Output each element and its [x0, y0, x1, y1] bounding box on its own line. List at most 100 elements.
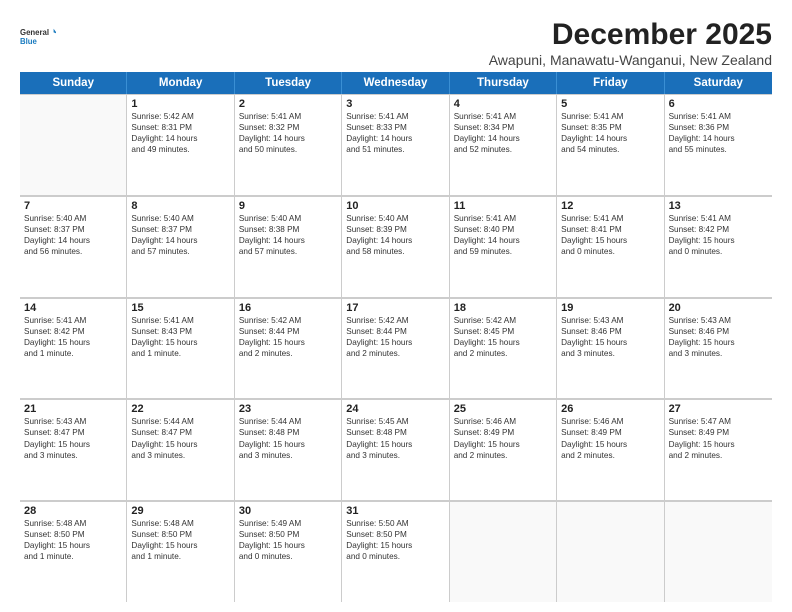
- day-number-8: 8: [131, 200, 229, 212]
- day-4-line-3: and 52 minutes.: [454, 144, 552, 155]
- day-29-line-0: Sunrise: 5:48 AM: [131, 518, 229, 529]
- day-23-line-3: and 3 minutes.: [239, 450, 337, 461]
- day-cell-12: 12Sunrise: 5:41 AMSunset: 8:41 PMDayligh…: [557, 196, 664, 297]
- day-number-18: 18: [454, 302, 552, 314]
- day-25-line-3: and 2 minutes.: [454, 450, 552, 461]
- day-number-12: 12: [561, 200, 659, 212]
- main-title: December 2025: [489, 18, 772, 52]
- day-24-line-1: Sunset: 8:48 PM: [346, 427, 444, 438]
- day-13-line-2: Daylight: 15 hours: [669, 235, 768, 246]
- day-16-line-2: Daylight: 15 hours: [239, 337, 337, 348]
- day-10-line-3: and 58 minutes.: [346, 246, 444, 257]
- day-15-line-2: Daylight: 15 hours: [131, 337, 229, 348]
- day-cell-28: 28Sunrise: 5:48 AMSunset: 8:50 PMDayligh…: [20, 501, 127, 602]
- day-11-line-1: Sunset: 8:40 PM: [454, 224, 552, 235]
- day-19-line-3: and 3 minutes.: [561, 348, 659, 359]
- day-5-line-3: and 54 minutes.: [561, 144, 659, 155]
- day-6-line-1: Sunset: 8:36 PM: [669, 122, 768, 133]
- day-13-line-0: Sunrise: 5:41 AM: [669, 213, 768, 224]
- day-24-line-3: and 3 minutes.: [346, 450, 444, 461]
- day-cell-17: 17Sunrise: 5:42 AMSunset: 8:44 PMDayligh…: [342, 298, 449, 399]
- day-13-line-1: Sunset: 8:42 PM: [669, 224, 768, 235]
- header-day-tuesday: Tuesday: [235, 72, 342, 94]
- day-22-line-0: Sunrise: 5:44 AM: [131, 416, 229, 427]
- day-17-line-1: Sunset: 8:44 PM: [346, 326, 444, 337]
- calendar: SundayMondayTuesdayWednesdayThursdayFrid…: [20, 72, 772, 602]
- day-24-line-0: Sunrise: 5:45 AM: [346, 416, 444, 427]
- day-number-11: 11: [454, 200, 552, 212]
- day-cell-30: 30Sunrise: 5:49 AMSunset: 8:50 PMDayligh…: [235, 501, 342, 602]
- day-14-line-0: Sunrise: 5:41 AM: [24, 315, 122, 326]
- day-2-line-1: Sunset: 8:32 PM: [239, 122, 337, 133]
- day-number-7: 7: [24, 200, 122, 212]
- day-21-line-1: Sunset: 8:47 PM: [24, 427, 122, 438]
- day-15-line-0: Sunrise: 5:41 AM: [131, 315, 229, 326]
- logo: General Blue: [20, 18, 56, 54]
- day-9-line-3: and 57 minutes.: [239, 246, 337, 257]
- day-18-line-3: and 2 minutes.: [454, 348, 552, 359]
- day-cell-27: 27Sunrise: 5:47 AMSunset: 8:49 PMDayligh…: [665, 399, 772, 500]
- day-3-line-1: Sunset: 8:33 PM: [346, 122, 444, 133]
- header-day-sunday: Sunday: [20, 72, 127, 94]
- day-30-line-1: Sunset: 8:50 PM: [239, 529, 337, 540]
- day-cell-3: 3Sunrise: 5:41 AMSunset: 8:33 PMDaylight…: [342, 94, 449, 195]
- day-8-line-2: Daylight: 14 hours: [131, 235, 229, 246]
- day-8-line-3: and 57 minutes.: [131, 246, 229, 257]
- day-number-28: 28: [24, 505, 122, 517]
- day-20-line-2: Daylight: 15 hours: [669, 337, 768, 348]
- day-number-5: 5: [561, 98, 659, 110]
- day-number-27: 27: [669, 403, 768, 415]
- day-9-line-1: Sunset: 8:38 PM: [239, 224, 337, 235]
- day-14-line-1: Sunset: 8:42 PM: [24, 326, 122, 337]
- day-5-line-0: Sunrise: 5:41 AM: [561, 111, 659, 122]
- day-26-line-1: Sunset: 8:49 PM: [561, 427, 659, 438]
- day-cell-15: 15Sunrise: 5:41 AMSunset: 8:43 PMDayligh…: [127, 298, 234, 399]
- day-9-line-0: Sunrise: 5:40 AM: [239, 213, 337, 224]
- day-cell-8: 8Sunrise: 5:40 AMSunset: 8:37 PMDaylight…: [127, 196, 234, 297]
- day-10-line-2: Daylight: 14 hours: [346, 235, 444, 246]
- day-15-line-1: Sunset: 8:43 PM: [131, 326, 229, 337]
- week-row-4: 21Sunrise: 5:43 AMSunset: 8:47 PMDayligh…: [20, 399, 772, 501]
- day-30-line-3: and 0 minutes.: [239, 551, 337, 562]
- day-29-line-1: Sunset: 8:50 PM: [131, 529, 229, 540]
- day-number-19: 19: [561, 302, 659, 314]
- day-31-line-2: Daylight: 15 hours: [346, 540, 444, 551]
- empty-cell-4-6: [665, 501, 772, 602]
- day-23-line-0: Sunrise: 5:44 AM: [239, 416, 337, 427]
- day-15-line-3: and 1 minute.: [131, 348, 229, 359]
- day-27-line-3: and 2 minutes.: [669, 450, 768, 461]
- day-2-line-3: and 50 minutes.: [239, 144, 337, 155]
- day-number-31: 31: [346, 505, 444, 517]
- empty-cell-4-5: [557, 501, 664, 602]
- day-25-line-0: Sunrise: 5:46 AM: [454, 416, 552, 427]
- day-cell-25: 25Sunrise: 5:46 AMSunset: 8:49 PMDayligh…: [450, 399, 557, 500]
- day-cell-26: 26Sunrise: 5:46 AMSunset: 8:49 PMDayligh…: [557, 399, 664, 500]
- day-26-line-2: Daylight: 15 hours: [561, 439, 659, 450]
- day-cell-21: 21Sunrise: 5:43 AMSunset: 8:47 PMDayligh…: [20, 399, 127, 500]
- day-cell-14: 14Sunrise: 5:41 AMSunset: 8:42 PMDayligh…: [20, 298, 127, 399]
- day-8-line-0: Sunrise: 5:40 AM: [131, 213, 229, 224]
- day-7-line-3: and 56 minutes.: [24, 246, 122, 257]
- day-number-29: 29: [131, 505, 229, 517]
- day-number-21: 21: [24, 403, 122, 415]
- day-6-line-0: Sunrise: 5:41 AM: [669, 111, 768, 122]
- day-cell-10: 10Sunrise: 5:40 AMSunset: 8:39 PMDayligh…: [342, 196, 449, 297]
- day-14-line-3: and 1 minute.: [24, 348, 122, 359]
- day-18-line-0: Sunrise: 5:42 AM: [454, 315, 552, 326]
- day-number-26: 26: [561, 403, 659, 415]
- calendar-header: SundayMondayTuesdayWednesdayThursdayFrid…: [20, 72, 772, 94]
- day-30-line-2: Daylight: 15 hours: [239, 540, 337, 551]
- day-22-line-2: Daylight: 15 hours: [131, 439, 229, 450]
- day-17-line-2: Daylight: 15 hours: [346, 337, 444, 348]
- day-1-line-0: Sunrise: 5:42 AM: [131, 111, 229, 122]
- day-14-line-2: Daylight: 15 hours: [24, 337, 122, 348]
- day-7-line-2: Daylight: 14 hours: [24, 235, 122, 246]
- day-25-line-2: Daylight: 15 hours: [454, 439, 552, 450]
- day-1-line-1: Sunset: 8:31 PM: [131, 122, 229, 133]
- day-11-line-0: Sunrise: 5:41 AM: [454, 213, 552, 224]
- week-row-3: 14Sunrise: 5:41 AMSunset: 8:42 PMDayligh…: [20, 298, 772, 400]
- day-cell-31: 31Sunrise: 5:50 AMSunset: 8:50 PMDayligh…: [342, 501, 449, 602]
- day-24-line-2: Daylight: 15 hours: [346, 439, 444, 450]
- day-cell-23: 23Sunrise: 5:44 AMSunset: 8:48 PMDayligh…: [235, 399, 342, 500]
- day-number-23: 23: [239, 403, 337, 415]
